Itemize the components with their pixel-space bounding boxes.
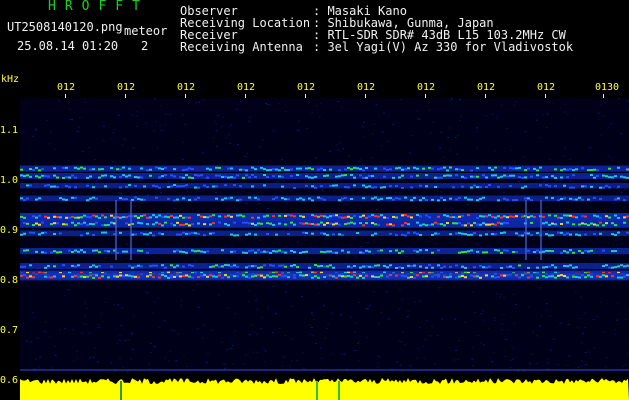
signal-band [20,183,629,189]
signal-band [20,165,629,172]
file-datetime: 25.08.14 01:20 [17,39,119,53]
meteor-streak [525,200,527,260]
header-panel: HROFFT UT2508140120.png meteor 25.08.14 … [0,0,629,72]
file-type-label: meteor [124,24,168,38]
signal-band [20,195,629,202]
antenna-value: : 3el Yagi(V) Az 330 for Vladivostok [313,40,574,54]
signal-band [20,230,629,237]
page-indicator: 2 [141,39,149,53]
power-trace [20,373,629,400]
signal-band [20,213,629,221]
freq-tick-label: 0.9 [0,225,19,236]
frequency-axis: 1.1 1.0 0.9 0.8 0.7 0.6 [0,98,20,400]
file-name: UT2508140120.png [7,20,123,34]
antenna-label: Receiving Antenna [180,40,303,54]
signal-band [20,173,629,179]
time-tick-label: 012 [57,82,76,93]
spectrogram [20,98,629,373]
time-tick-label: 012 [297,82,316,93]
freq-unit-label: kHz [1,74,20,85]
power-marker [338,381,340,400]
power-marker [120,381,122,400]
freq-tick-label: 0.8 [0,275,19,286]
meteor-streak [130,200,132,260]
freq-tick-label: 0.7 [0,325,19,336]
time-axis: kHz 012 012 012 012 012 012 012 012 012 0130 [0,72,629,98]
time-tick-label: 012 [477,82,496,93]
meteor-streak [540,200,542,260]
app-title: HROFFT [48,0,149,14]
power-marker [316,381,318,400]
time-tick-label: 012 [117,82,136,93]
time-tick-label: 012 [237,82,256,93]
freq-tick-label: 1.0 [0,175,19,186]
time-tick-label: 012 [357,82,376,93]
signal-band [20,263,629,269]
freq-tick-label: 1.1 [0,125,19,136]
signal-band [20,220,629,228]
time-tick-label: 0130 [595,82,620,93]
time-tick-label: 012 [177,82,196,93]
time-tick-label: 012 [417,82,436,93]
power-area [20,378,629,400]
time-tick-label: 012 [537,82,556,93]
meteor-streak [115,200,117,260]
freq-tick-label: 0.6 [0,375,19,386]
signal-band [20,273,629,281]
signal-band [20,248,629,255]
